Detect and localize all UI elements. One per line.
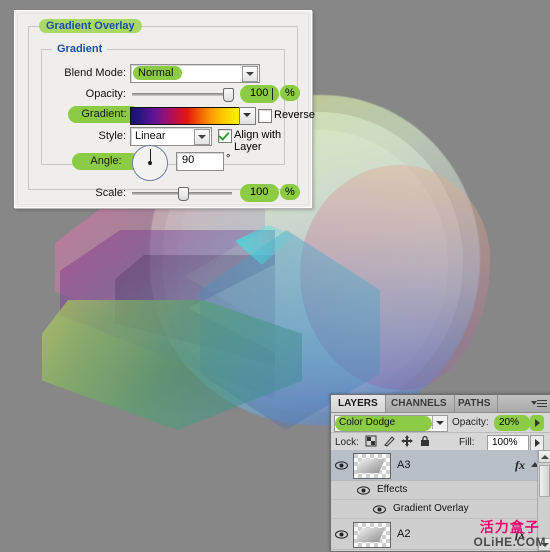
lock-label: Lock: bbox=[335, 437, 359, 448]
panel-tab-bar: LAYERS CHANNELS PATHS bbox=[331, 395, 550, 413]
opacity-slider[interactable] bbox=[132, 88, 234, 102]
angle-value: 90 bbox=[182, 154, 195, 166]
scale-unit: % bbox=[280, 184, 300, 200]
effect-label[interactable]: Gradient Overlay bbox=[393, 503, 469, 514]
scroll-up-arrow-icon[interactable] bbox=[538, 450, 550, 463]
effects-group-label[interactable]: Effects bbox=[377, 484, 407, 495]
watermark-chinese: 活力盒子 bbox=[479, 520, 540, 536]
tab-layers[interactable]: LAYERS bbox=[331, 395, 386, 412]
opacity-label: Opacity: bbox=[85, 88, 126, 100]
style-value: Linear bbox=[135, 130, 166, 142]
opacity-slider-track bbox=[132, 93, 232, 96]
angle-unit: ° bbox=[226, 153, 231, 165]
style-dropdown[interactable]: Linear bbox=[130, 127, 212, 146]
list-item[interactable]: Gradient Overlay bbox=[331, 500, 550, 519]
opacity-slider-thumb[interactable] bbox=[223, 88, 234, 102]
lock-all-icon[interactable] bbox=[419, 435, 431, 447]
effect-visibility-eye-icon[interactable] bbox=[373, 505, 386, 514]
section-title-gradient: Gradient bbox=[52, 43, 108, 55]
angle-dial-hub bbox=[148, 161, 152, 165]
effects-visibility-eye-icon[interactable] bbox=[357, 486, 370, 495]
panel-menu-icon[interactable] bbox=[531, 398, 547, 409]
scale-value: 100 bbox=[250, 186, 269, 198]
layer-thumbnail[interactable] bbox=[353, 522, 391, 548]
layer-name[interactable]: A2 bbox=[397, 528, 410, 540]
layer-style-gradient-overlay-dialog: Gradient Overlay Gradient Blend Mode: No… bbox=[14, 10, 315, 208]
tab-paths[interactable]: PATHS bbox=[451, 395, 499, 412]
opacity-input[interactable]: 100 bbox=[240, 85, 279, 103]
lock-icon-group bbox=[365, 435, 431, 447]
scrollbar-thumb[interactable] bbox=[539, 465, 550, 497]
scale-slider-thumb[interactable] bbox=[178, 187, 189, 201]
lock-paint-icon[interactable] bbox=[383, 435, 395, 447]
gradient-preview-swatch[interactable] bbox=[130, 107, 240, 125]
fill-input[interactable]: 100% bbox=[487, 435, 529, 451]
style-label: Style: bbox=[98, 130, 126, 142]
layer-thumbnail[interactable] bbox=[353, 453, 391, 479]
angle-dial[interactable] bbox=[132, 145, 168, 181]
chevron-down-icon[interactable] bbox=[242, 66, 258, 82]
gradient-picker-chevron-icon[interactable] bbox=[239, 107, 256, 125]
reverse-label: Reverse bbox=[274, 109, 315, 121]
layer-name[interactable]: A3 bbox=[397, 459, 410, 471]
tab-channels[interactable]: CHANNELS bbox=[384, 395, 455, 412]
align-with-layer-label: Align with Layer bbox=[234, 129, 282, 153]
group-title-gradient-overlay: Gradient Overlay bbox=[39, 19, 142, 33]
scale-input[interactable]: 100 bbox=[240, 184, 279, 202]
blend-mode-dropdown[interactable]: Normal bbox=[130, 64, 260, 83]
layer-blend-mode-dropdown[interactable]: Color Dodge bbox=[334, 415, 448, 432]
blend-mode-value: Normal bbox=[133, 66, 183, 80]
layer-fx-badge[interactable]: fx bbox=[515, 458, 525, 473]
scale-label: Scale: bbox=[95, 187, 126, 199]
fill-stepper-arrow[interactable] bbox=[530, 435, 544, 451]
layer-opacity-input[interactable]: 20% bbox=[494, 415, 530, 431]
gradient-overlay-group: Gradient Overlay Gradient Blend Mode: No… bbox=[28, 19, 315, 202]
layer-visibility-eye-icon[interactable] bbox=[335, 530, 348, 539]
opacity-unit: % bbox=[280, 85, 300, 101]
blend-mode-row: Color Dodge Opacity: 20% bbox=[331, 413, 550, 433]
fill-label: Fill: bbox=[459, 437, 475, 448]
fill-value: 100% bbox=[492, 437, 518, 448]
table-row[interactable]: A3 fx bbox=[331, 450, 550, 481]
dialog-inner: Gradient Overlay Gradient Blend Mode: No… bbox=[17, 13, 315, 205]
lock-position-icon[interactable] bbox=[401, 435, 413, 447]
layer-opacity-value: 20% bbox=[499, 417, 520, 428]
layer-visibility-eye-icon[interactable] bbox=[335, 461, 348, 470]
layer-blend-mode-value: Color Dodge bbox=[335, 416, 432, 431]
opacity-stepper-arrow[interactable] bbox=[530, 415, 544, 431]
layer-opacity-label: Opacity: bbox=[452, 417, 489, 428]
chevron-down-icon[interactable] bbox=[432, 416, 447, 429]
angle-input[interactable]: 90 bbox=[176, 152, 224, 171]
reverse-checkbox[interactable] bbox=[258, 109, 272, 123]
blend-mode-label: Blend Mode: bbox=[64, 67, 126, 79]
chevron-down-icon[interactable] bbox=[194, 129, 210, 145]
scale-slider[interactable] bbox=[132, 187, 232, 201]
watermark-english: OLiHE.COM bbox=[473, 535, 546, 549]
angle-label: Angle: bbox=[72, 153, 140, 170]
list-item[interactable]: Effects bbox=[331, 481, 550, 500]
align-with-layer-checkbox[interactable] bbox=[218, 129, 232, 143]
gradient-section-group: Gradient Blend Mode: Normal Opacity: 100 bbox=[41, 43, 315, 202]
lock-transparency-icon[interactable] bbox=[365, 435, 377, 447]
opacity-value: 100 bbox=[250, 87, 269, 99]
watermark: 活力盒子 OLiHE.COM bbox=[474, 521, 547, 548]
text-caret bbox=[272, 88, 273, 100]
